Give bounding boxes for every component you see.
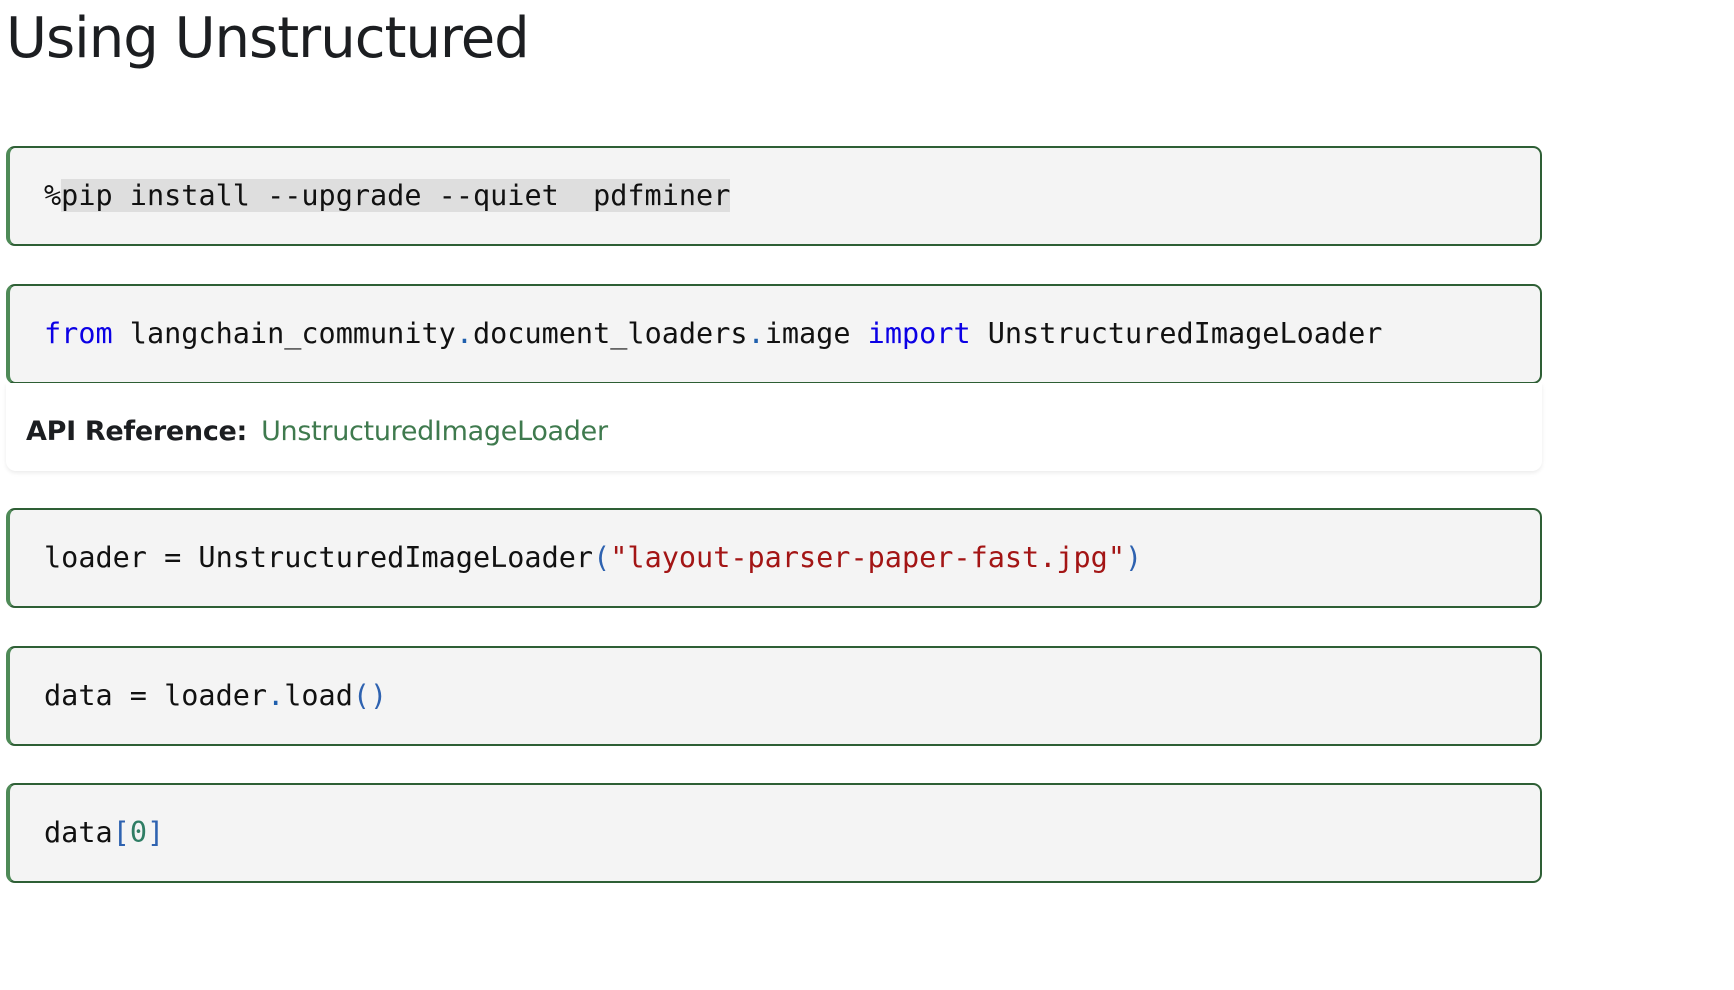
api-reference-link[interactable]: UnstructuredImageLoader: [261, 416, 608, 447]
close-paren: ): [1125, 541, 1143, 574]
api-reference: API Reference: UnstructuredImageLoader: [6, 383, 1542, 471]
module-part: langchain_community: [112, 317, 456, 350]
call-parens: (): [352, 679, 388, 712]
code-cell-index[interactable]: data[0]: [6, 783, 1542, 883]
magic-prefix: %: [44, 179, 62, 212]
close-bracket: ]: [146, 816, 165, 849]
module-part: document_loaders: [472, 317, 748, 350]
code-cell-load[interactable]: data = loader.load(): [6, 646, 1542, 746]
module-part: image: [764, 317, 868, 350]
keyword-from: from: [44, 317, 113, 350]
keyword-import: import: [867, 317, 971, 350]
code-cell-pip-install[interactable]: %pip install --upgrade --quiet pdfminer: [6, 146, 1542, 246]
code-line: data = loader.load(): [44, 676, 387, 716]
api-reference-label: API Reference:: [26, 415, 248, 447]
open-paren: (: [593, 541, 611, 574]
assignment: data = loader: [44, 679, 268, 712]
dot-operator: .: [267, 679, 285, 712]
open-bracket: [: [112, 816, 130, 849]
dot-operator: .: [455, 317, 473, 350]
code-line: loader = UnstructuredImageLoader("layout…: [44, 538, 1142, 578]
assignment: loader = UnstructuredImageLoader: [44, 541, 594, 574]
code-cell-loader[interactable]: loader = UnstructuredImageLoader("layout…: [6, 508, 1542, 608]
highlighted-command: pip install --upgrade --quiet pdfminer: [61, 179, 731, 212]
imported-name: UnstructuredImageLoader: [970, 317, 1383, 350]
code-line: data[0]: [44, 813, 164, 853]
dot-operator: .: [747, 317, 765, 350]
page-title: Using Unstructured: [6, 6, 530, 71]
index-number: 0: [129, 816, 147, 849]
code-cell-import[interactable]: from langchain_community.document_loader…: [6, 284, 1542, 384]
method-name: load: [284, 679, 353, 712]
code-line: %pip install --upgrade --quiet pdfminer: [44, 176, 731, 216]
code-line: from langchain_community.document_loader…: [44, 314, 1382, 354]
string-literal: "layout-parser-paper-fast.jpg": [610, 541, 1126, 574]
variable-name: data: [44, 816, 113, 849]
